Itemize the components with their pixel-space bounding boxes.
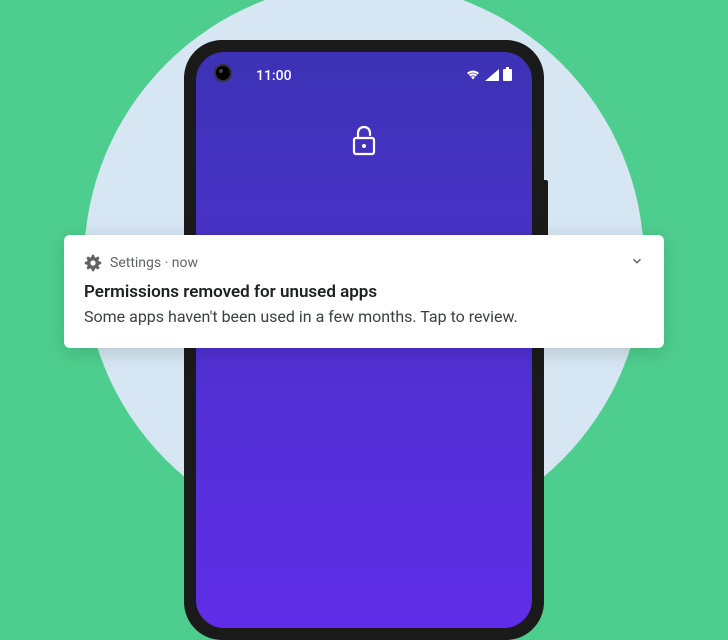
- signal-icon: [485, 66, 499, 85]
- lock-icon: [196, 125, 532, 157]
- notification-header: Settings · now: [84, 253, 644, 272]
- status-time: 11:00: [256, 68, 292, 84]
- camera-cutout: [214, 64, 232, 82]
- gear-icon: [84, 254, 102, 272]
- notification-title: Permissions removed for unused apps: [84, 282, 644, 302]
- notification-timestamp: now: [172, 255, 198, 271]
- wifi-icon: [465, 66, 481, 85]
- notification-separator: ·: [161, 255, 172, 271]
- status-bar: 11:00: [196, 52, 532, 85]
- battery-icon: [503, 66, 512, 85]
- notification-source: Settings · now: [110, 255, 622, 271]
- notification-card[interactable]: Settings · now Permissions removed for u…: [64, 235, 664, 348]
- notification-app-name: Settings: [110, 255, 161, 271]
- status-icons-group: [465, 66, 512, 85]
- chevron-down-icon[interactable]: [630, 253, 644, 272]
- notification-body: Some apps haven't been used in a few mon…: [84, 306, 644, 328]
